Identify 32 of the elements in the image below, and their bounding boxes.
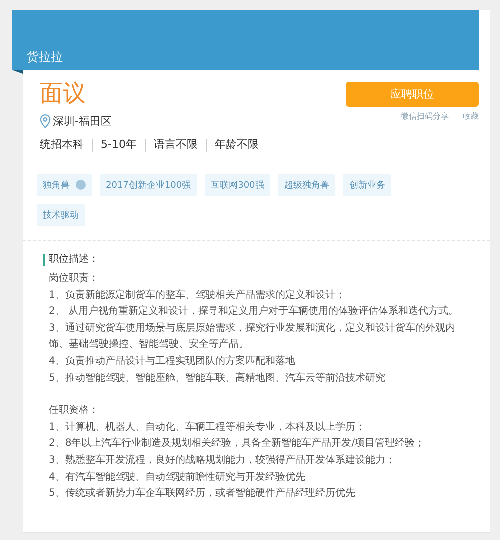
tag-label: 互联网300强 xyxy=(211,180,264,192)
apply-button[interactable]: 应聘职位 xyxy=(346,82,479,107)
requirement-text: 统招本科 xyxy=(40,138,84,152)
tag-label: 超级独角兽 xyxy=(284,180,330,192)
requirement-text: 5-10年 xyxy=(101,138,137,152)
tag-label: 2017创新企业100强 xyxy=(106,180,192,192)
requirement-text: 语言不限 xyxy=(154,138,198,152)
location-text: 深圳-福田区 xyxy=(53,114,112,128)
accent-bar xyxy=(43,254,45,266)
ribbon-fold xyxy=(12,70,23,74)
list-item-text: 2、 从用户视角重新定义和设计，探寻和定义用户对于车辆使用的体验评估体系和迭代方式。 xyxy=(49,304,460,320)
requirement-text: 年龄不限 xyxy=(214,138,259,152)
list-item-text: 3、熟悉整车开发流程，良好的战略规划能力，较强得产品开发体系建设能力； xyxy=(49,454,396,468)
list-item-text: 1、负责新能源定制货车的整车、驾驶相关产品需求的定义和设计； xyxy=(49,288,346,303)
company-name: 货拉拉 xyxy=(27,50,63,64)
subsection-title: 岗位职责： xyxy=(49,272,100,286)
tag-label: 创新业务 xyxy=(349,180,386,192)
list-item-text: 4、有汽车智能驾驶、自动驾驶前瞻性研究与开发经验优先 xyxy=(49,470,306,485)
subsection-title: 任职资格： xyxy=(49,404,100,418)
tag-label: 技术驱动 xyxy=(43,210,79,222)
list-item-text: 2、8年以上汽车行业制造及规划相关经验，具备全新智能车产品开发/项目管理经验； xyxy=(49,436,426,452)
section-heading: 职位描述： xyxy=(49,253,99,267)
list-item-text: 1、计算机、机器人、自动化、车辆工程等相关专业，本科及以上学历； xyxy=(49,420,366,435)
salary-title: 面议 xyxy=(40,80,87,109)
tag-label: 独角兽 xyxy=(43,180,70,192)
list-item-text: 4、负责推动产品设计与工程实现团队的方案匹配和落地 xyxy=(49,354,296,369)
share-link[interactable]: 微信扫码分享 xyxy=(401,112,449,122)
list-item-text: 5、推动智能驾驶、智能座舱、智能车联、高精地图、汽车云等前沿技术研究 xyxy=(49,372,386,386)
favorite-link[interactable]: 收藏 xyxy=(463,112,479,122)
list-item-text: 3、通过研究货车使用场景与底层原始需求，探究行业发展和演化，定义和设计货车的外观内饰、基础驾驶操控、智能驾驶、安全等产品。 xyxy=(49,322,456,352)
location-pin-icon xyxy=(40,114,51,129)
list-item-text: 5、传统或者新势力车企车联网经历，或者智能硬件产品经理经历优先 xyxy=(49,486,356,502)
